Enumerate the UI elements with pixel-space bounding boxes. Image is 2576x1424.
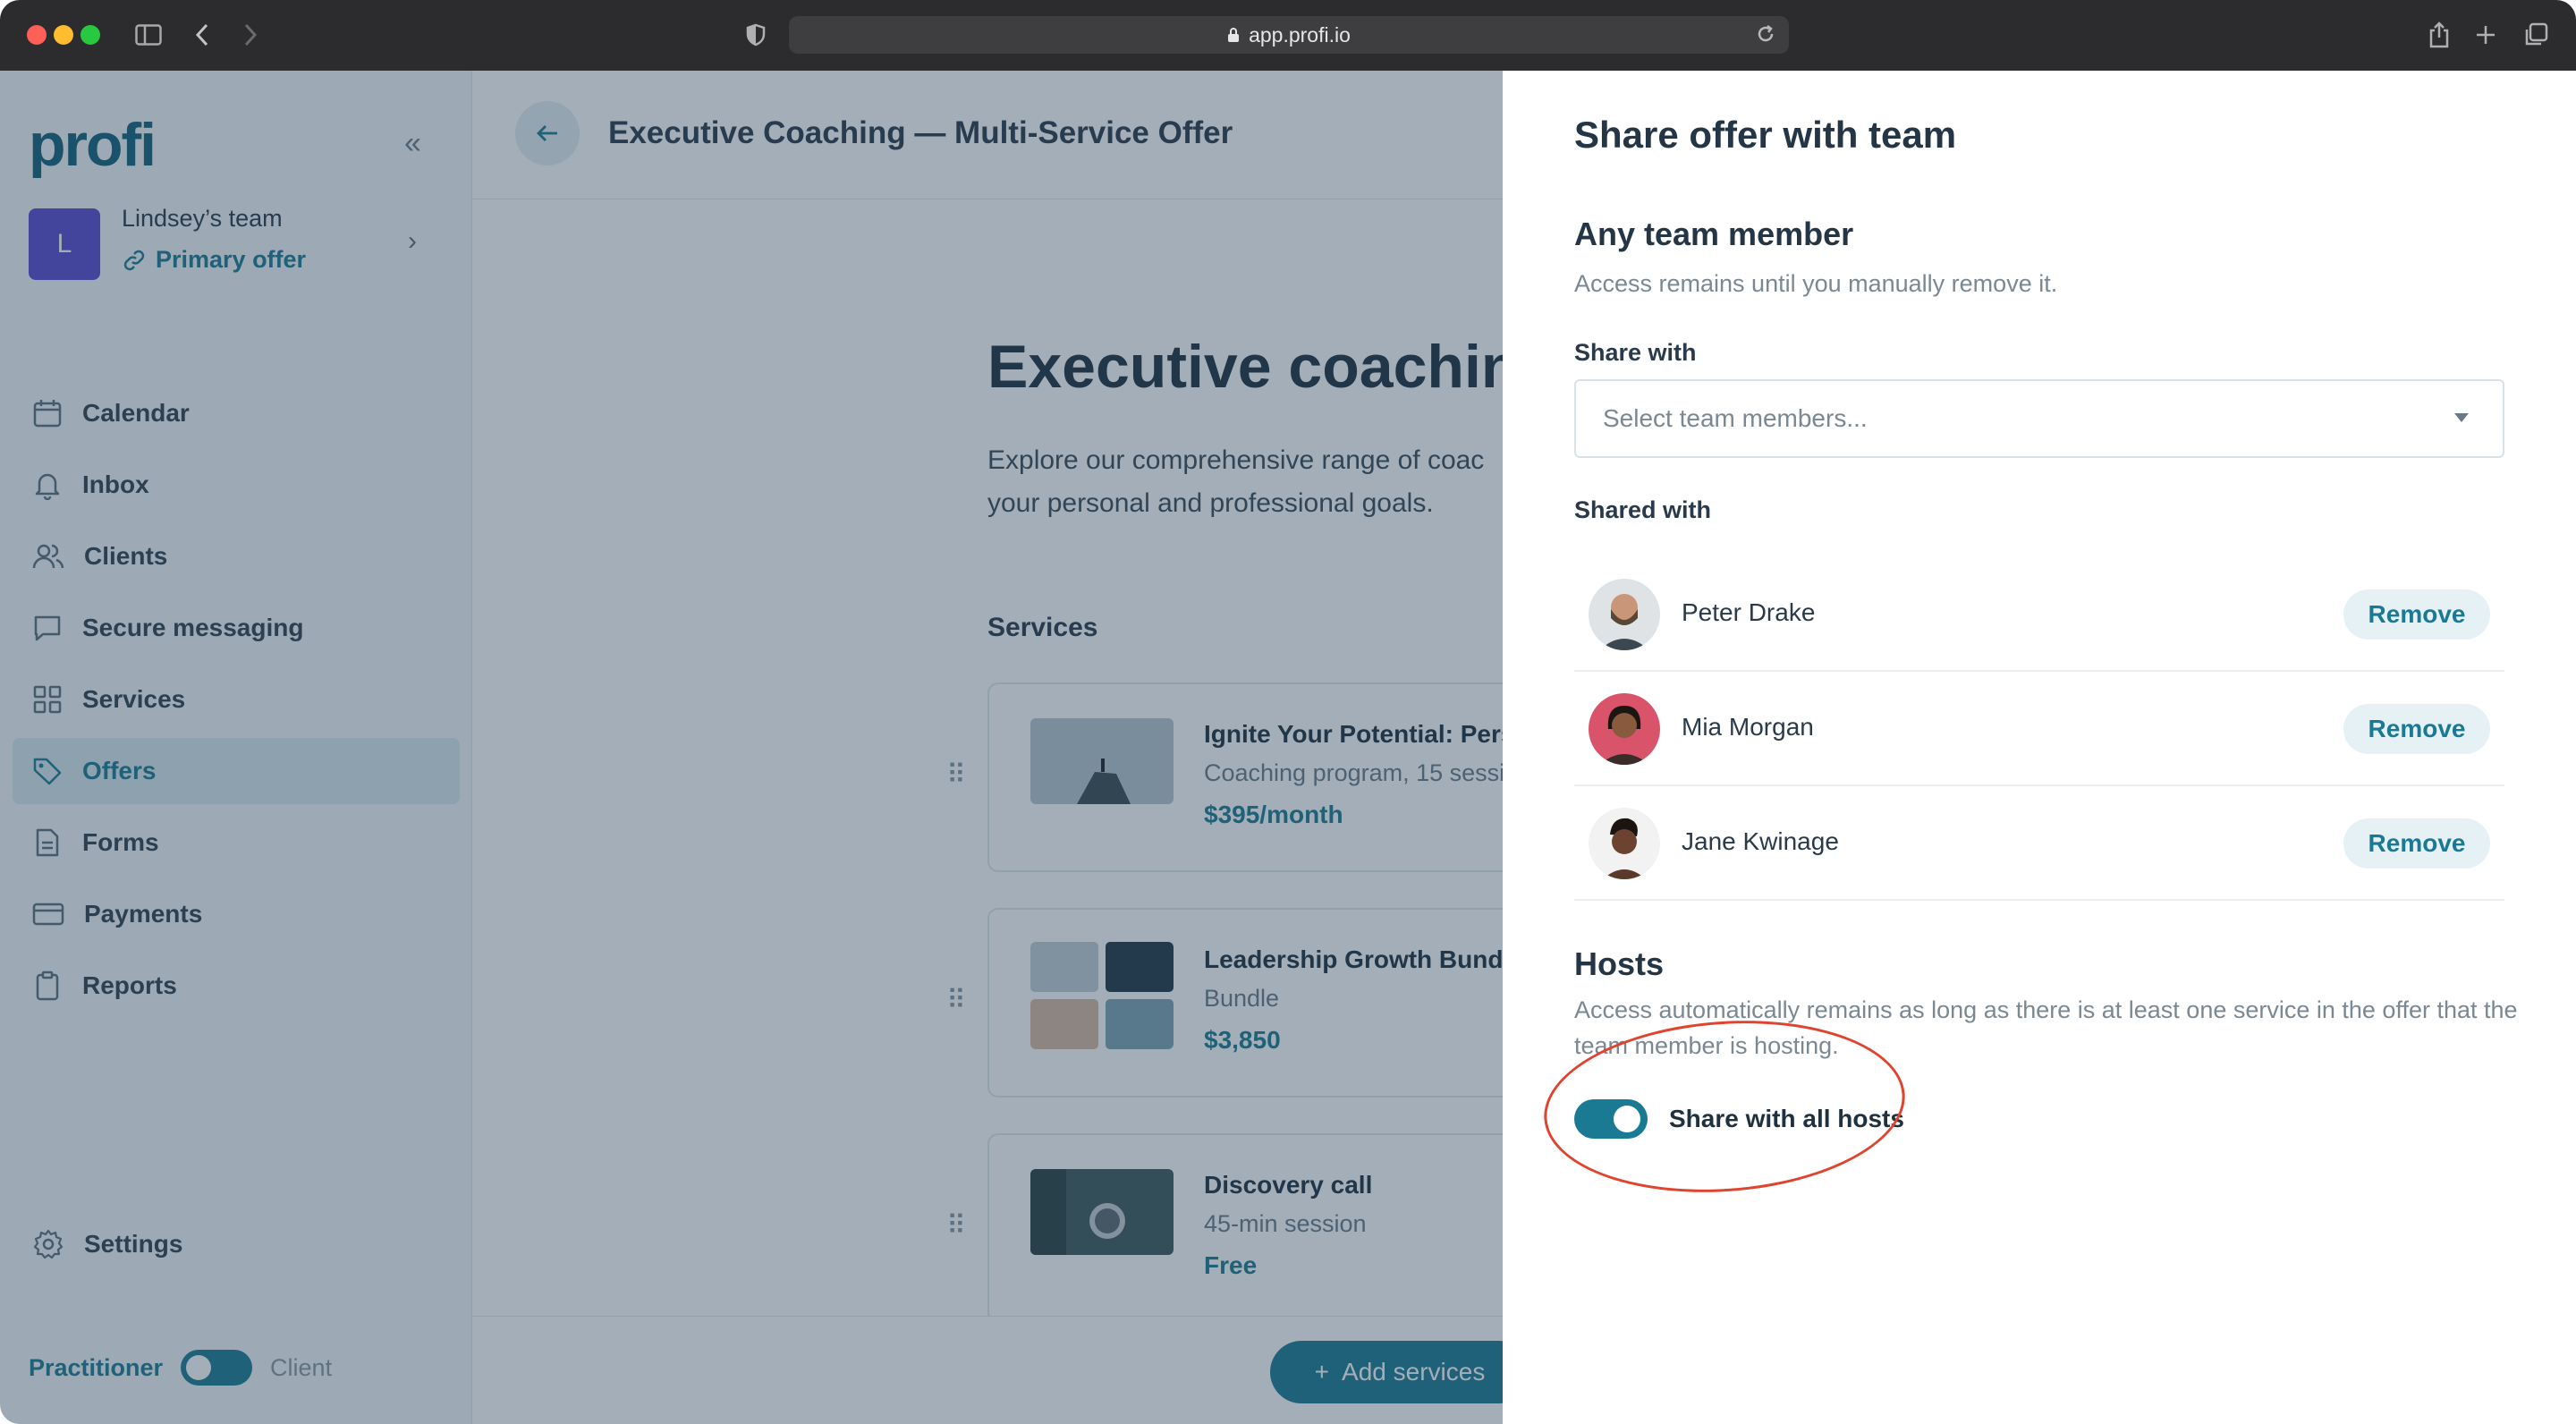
- reload-icon[interactable]: [1755, 23, 1776, 49]
- team-member-select[interactable]: Select team members...: [1574, 379, 2504, 458]
- sidebar-toggle-icon[interactable]: [132, 18, 165, 52]
- close-window-button[interactable]: [27, 25, 47, 45]
- shared-member-row: Jane Kwinage Remove: [1574, 786, 2504, 901]
- select-placeholder: Select team members...: [1603, 404, 1868, 432]
- avatar: [1589, 693, 1660, 765]
- panel-title: Share offer with team: [1574, 114, 1957, 156]
- modal-overlay[interactable]: [0, 71, 1503, 1424]
- share-offer-panel: Share offer with team Any team member Ac…: [1503, 71, 2576, 1424]
- remove-button[interactable]: Remove: [2343, 818, 2490, 869]
- remove-button[interactable]: Remove: [2343, 704, 2490, 754]
- minimize-window-button[interactable]: [54, 25, 73, 45]
- back-nav-icon[interactable]: [191, 18, 213, 52]
- zoom-window-button[interactable]: [80, 25, 100, 45]
- avatar: [1589, 579, 1660, 650]
- chevron-down-icon: [2454, 413, 2469, 422]
- hosts-heading: Hosts: [1574, 945, 1665, 982]
- avatar: [1589, 808, 1660, 879]
- shared-member-row: Peter Drake Remove: [1574, 557, 2504, 672]
- forward-nav-icon[interactable]: [240, 18, 261, 52]
- lock-icon: [1228, 28, 1240, 42]
- member-name: Peter Drake: [1682, 598, 1816, 626]
- new-tab-icon[interactable]: [2472, 18, 2499, 52]
- any-member-heading: Any team member: [1574, 216, 1854, 252]
- remove-button[interactable]: Remove: [2343, 589, 2490, 640]
- share-with-label: Share with: [1574, 339, 1697, 366]
- member-name: Jane Kwinage: [1682, 827, 1839, 855]
- member-name: Mia Morgan: [1682, 713, 1814, 741]
- address-bar[interactable]: app.profi.io: [789, 16, 1789, 54]
- browser-toolbar: app.profi.io: [0, 0, 2576, 71]
- url-text: app.profi.io: [1249, 22, 1351, 47]
- shared-member-row: Mia Morgan Remove: [1574, 672, 2504, 786]
- tab-overview-icon[interactable]: [2522, 18, 2549, 52]
- shared-with-label: Shared with: [1574, 496, 1712, 523]
- share-icon[interactable]: [2426, 18, 2453, 52]
- any-member-help: Access remains until you manually remove…: [1574, 270, 2058, 297]
- browser-window: app.profi.io profi « L Lindsey’s team Pr…: [0, 0, 2576, 1424]
- shield-icon[interactable]: [744, 18, 767, 52]
